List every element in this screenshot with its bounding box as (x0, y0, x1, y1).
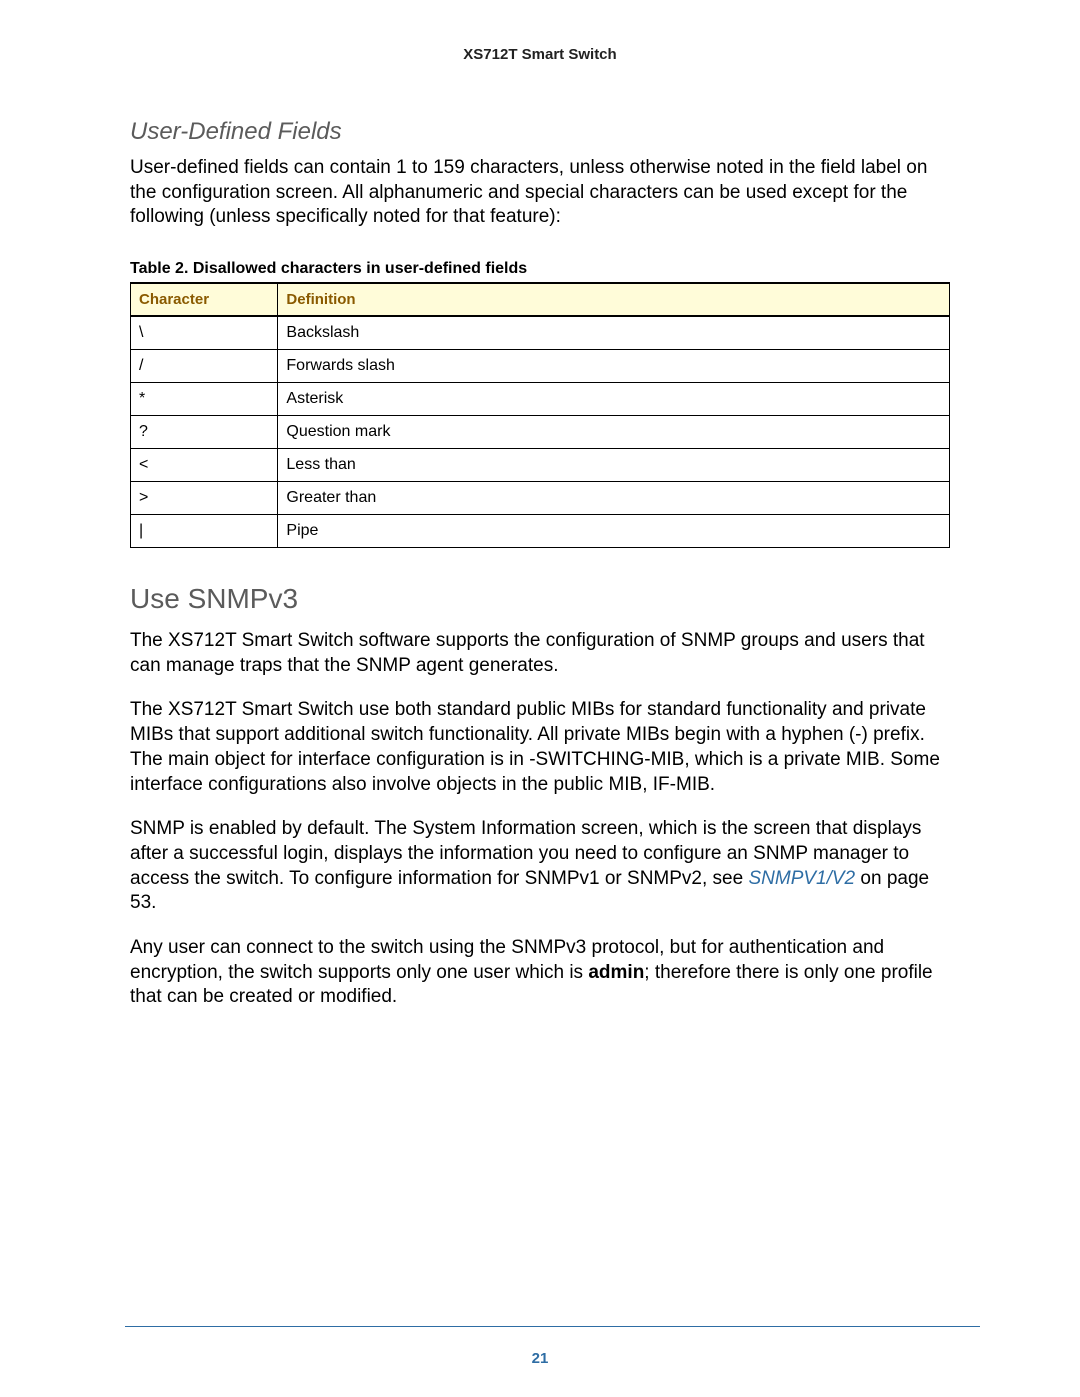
table-caption: Table 2. Disallowed characters in user-d… (130, 260, 950, 278)
table-cell-definition: Pipe (278, 515, 950, 548)
footer-rule (125, 1326, 980, 1327)
table-header-character: Character (131, 283, 278, 316)
page-number: 21 (0, 1350, 1080, 1367)
running-header: XS712T Smart Switch (130, 46, 950, 63)
table-header-row: Character Definition (131, 283, 950, 316)
table-row: * Asterisk (131, 383, 950, 416)
table-cell-definition: Less than (278, 449, 950, 482)
document-page: XS712T Smart Switch User-Defined Fields … (0, 0, 1080, 1397)
table-cell-definition: Greater than (278, 482, 950, 515)
paragraph-snmpv3-3: SNMP is enabled by default. The System I… (130, 817, 950, 916)
table-row: / Forwards slash (131, 350, 950, 383)
table-cell-character: / (131, 350, 278, 383)
table-cell-character: ? (131, 416, 278, 449)
table-cell-definition: Forwards slash (278, 350, 950, 383)
section-heading-use-snmpv3: Use SNMPv3 (130, 583, 950, 615)
table-cell-character: | (131, 515, 278, 548)
table-row: | Pipe (131, 515, 950, 548)
paragraph-user-defined-fields: User-defined fields can contain 1 to 159… (130, 156, 950, 230)
table-cell-character: * (131, 383, 278, 416)
table-row: > Greater than (131, 482, 950, 515)
table-row: ? Question mark (131, 416, 950, 449)
paragraph-snmpv3-4: Any user can connect to the switch using… (130, 936, 950, 1010)
link-snmpv1v2[interactable]: SNMPV1/V2 (748, 868, 855, 889)
section-heading-user-defined-fields: User-Defined Fields (130, 118, 950, 146)
table-cell-definition: Backslash (278, 316, 950, 350)
table-header-definition: Definition (278, 283, 950, 316)
table-cell-definition: Question mark (278, 416, 950, 449)
paragraph-snmpv3-2: The XS712T Smart Switch use both standar… (130, 698, 950, 797)
table-cell-definition: Asterisk (278, 383, 950, 416)
table-cell-character: < (131, 449, 278, 482)
table-row: \ Backslash (131, 316, 950, 350)
bold-admin: admin (588, 962, 644, 983)
table-row: < Less than (131, 449, 950, 482)
table-cell-character: \ (131, 316, 278, 350)
table-cell-character: > (131, 482, 278, 515)
disallowed-characters-table: Character Definition \ Backslash / Forwa… (130, 282, 950, 548)
paragraph-snmpv3-1: The XS712T Smart Switch software support… (130, 629, 950, 678)
